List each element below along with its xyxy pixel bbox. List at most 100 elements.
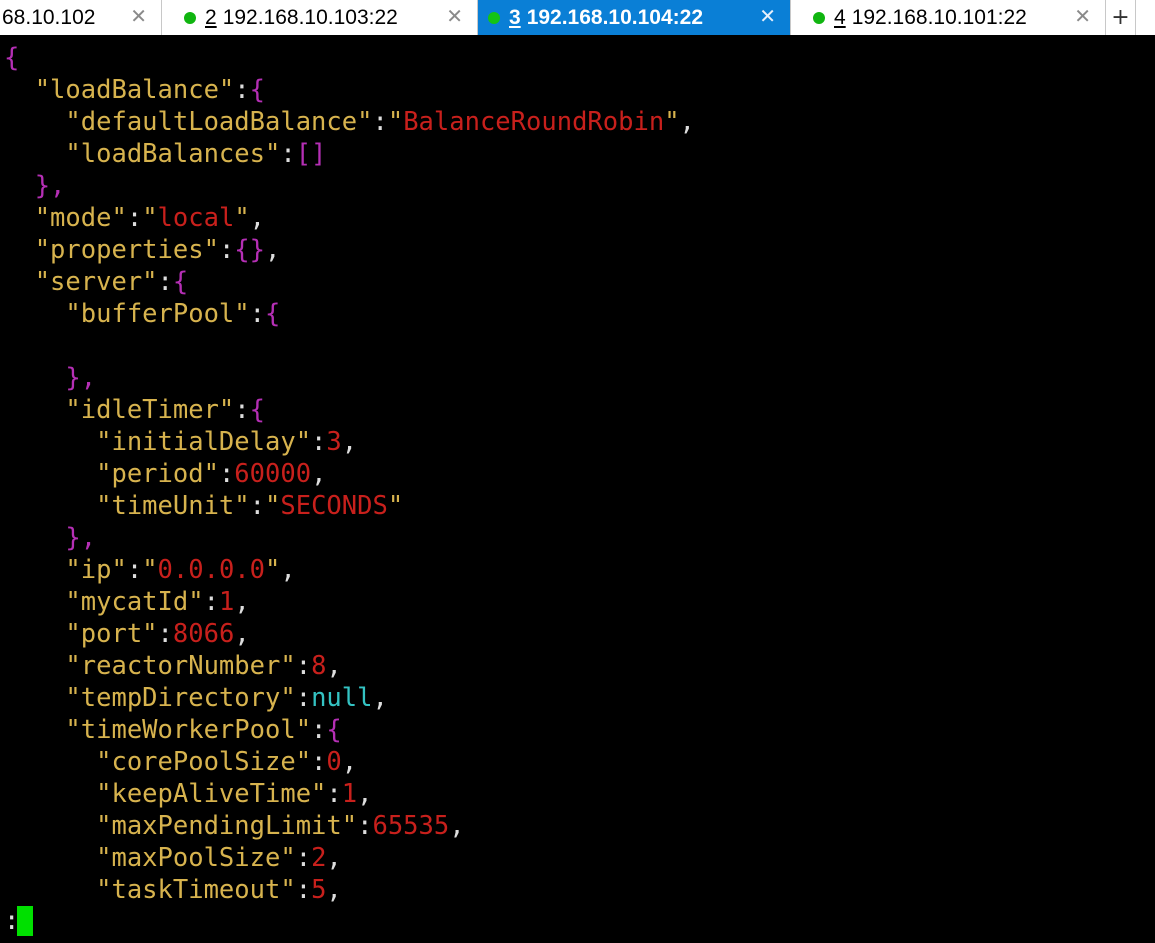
terminal-text-segment: "properties" xyxy=(4,235,219,265)
terminal-text-segment: " xyxy=(265,491,281,521)
session-tab-1[interactable]: 68.10.102 ✕ xyxy=(0,0,162,35)
terminal-line: "mode":"local", xyxy=(0,202,1155,234)
terminal-text-segment: "idleTimer" xyxy=(4,395,235,425)
close-icon[interactable]: ✕ xyxy=(130,4,147,28)
terminal-text-segment: , xyxy=(372,683,388,713)
terminal-line: "maxPoolSize":2, xyxy=(0,842,1155,874)
terminal-text-segment: " xyxy=(664,107,680,137)
terminal-line: "reactorNumber":8, xyxy=(0,650,1155,682)
terminal-text-segment: , xyxy=(326,875,342,905)
terminal-text-segment: "timeUnit" xyxy=(4,491,250,521)
terminal-text-segment: }, xyxy=(4,363,97,393)
terminal-text-segment: { xyxy=(4,43,20,73)
terminal-text-segment: 1 xyxy=(341,779,358,809)
terminal-line: "properties":{}, xyxy=(0,234,1155,266)
terminal-text-segment: }, xyxy=(4,523,97,553)
terminal-text-segment: "bufferPool" xyxy=(4,299,250,329)
terminal-text-segment: " xyxy=(142,555,158,585)
terminal-line: "period":60000, xyxy=(0,458,1155,490)
terminal-text-segment: : xyxy=(357,811,373,841)
terminal-text-segment: : xyxy=(295,843,312,873)
terminal-text-segment: "corePoolSize" xyxy=(4,747,312,777)
terminal-text-segment: "defaultLoadBalance" xyxy=(4,107,373,137)
terminal-text-segment: : xyxy=(295,651,312,681)
session-tab-4[interactable]: 4 192.168.10.101:22 ✕ xyxy=(791,0,1106,35)
connected-status-icon xyxy=(184,11,196,24)
terminal-text-segment: , xyxy=(234,619,250,649)
close-icon[interactable]: ✕ xyxy=(759,4,776,28)
terminal-text-segment: : xyxy=(157,619,173,649)
session-tab-2[interactable]: 2 192.168.10.103:22 ✕ xyxy=(162,0,478,35)
tab-label: 68.10.102 xyxy=(2,5,96,29)
terminal-text-segment: 65535 xyxy=(372,811,450,841)
session-tab-3[interactable]: 3 192.168.10.104:22 ✕ xyxy=(478,0,791,35)
terminal-text-segment: "mode" xyxy=(4,203,127,233)
terminal-cursor xyxy=(17,906,33,936)
connected-status-icon xyxy=(488,11,500,24)
terminal-text-segment: { xyxy=(249,395,266,425)
terminal-text-segment: , xyxy=(234,587,250,617)
terminal-text-segment: : xyxy=(234,75,250,105)
terminal-text-segment: : xyxy=(249,299,265,329)
terminal-text-segment: : xyxy=(311,427,327,457)
terminal-text-segment: { xyxy=(172,267,189,297)
terminal-line: "idleTimer":{ xyxy=(0,394,1155,426)
terminal-text-segment: , xyxy=(357,779,373,809)
terminal-text-segment: "port" xyxy=(4,619,158,649)
terminal-line: "taskTimeout":5, xyxy=(0,874,1155,906)
terminal-text-segment: "tempDirectory" xyxy=(4,683,296,713)
terminal-text-segment: " xyxy=(234,203,250,233)
session-tab-bar: 68.10.102 ✕ 2 192.168.10.103:22 ✕ 3 192.… xyxy=(0,0,1155,35)
terminal-text-segment: " xyxy=(142,203,158,233)
terminal-text-segment: { xyxy=(265,299,281,329)
terminal-line: "port":8066, xyxy=(0,618,1155,650)
terminal-line: "corePoolSize":0, xyxy=(0,746,1155,778)
terminal-text-segment: : xyxy=(326,779,342,809)
terminal-text-segment: "mycatId" xyxy=(4,587,204,617)
terminal-text-segment: }, xyxy=(4,171,66,201)
terminal-text-segment: { xyxy=(326,715,342,745)
terminal-line: }, xyxy=(0,522,1155,554)
terminal-text-segment: "loadBalance" xyxy=(4,75,235,105)
terminal-line: }, xyxy=(0,170,1155,202)
terminal-text-segment: "loadBalances" xyxy=(4,139,281,169)
terminal-text-segment: "timeWorkerPool" xyxy=(4,715,312,745)
new-tab-button[interactable]: + xyxy=(1106,0,1136,35)
terminal-text-segment: 5 xyxy=(311,875,327,905)
tab-number: 4 xyxy=(834,5,846,29)
terminal-text-segment: "server" xyxy=(4,267,158,297)
terminal-text-segment: 60000 xyxy=(234,459,312,489)
terminal-text-segment: : xyxy=(280,139,296,169)
terminal-output[interactable]: { "loadBalance":{ "defaultLoadBalance":"… xyxy=(0,42,1155,943)
close-icon[interactable]: ✕ xyxy=(446,4,463,28)
terminal-text-segment: 1 xyxy=(218,587,235,617)
terminal-text-segment: 8066 xyxy=(172,619,235,649)
terminal-text-segment: : xyxy=(249,491,265,521)
terminal-text-segment: , xyxy=(311,459,327,489)
terminal-text-segment: : xyxy=(311,747,327,777)
terminal-text-segment: : xyxy=(126,555,143,585)
terminal-text-segment: "reactorNumber" xyxy=(4,651,296,681)
terminal-text-segment: "initialDelay" xyxy=(4,427,312,457)
terminal-text-segment: "maxPendingLimit" xyxy=(4,811,358,841)
terminal-text-segment: , xyxy=(449,811,465,841)
terminal-text-segment: "period" xyxy=(4,459,219,489)
terminal-text-segment: : xyxy=(234,395,250,425)
connected-status-icon xyxy=(813,11,825,24)
terminal-text-segment: : xyxy=(311,715,327,745)
close-icon[interactable]: ✕ xyxy=(1074,4,1091,28)
terminal-text-segment: : xyxy=(126,203,143,233)
terminal-line: "timeWorkerPool":{ xyxy=(0,714,1155,746)
terminal-line: "tempDirectory":null, xyxy=(0,682,1155,714)
tab-strip-end xyxy=(1136,0,1155,35)
terminal-text-segment: 2 xyxy=(311,843,327,873)
terminal-line: "defaultLoadBalance":"BalanceRoundRobin"… xyxy=(0,106,1155,138)
terminal-line: "initialDelay":3, xyxy=(0,426,1155,458)
terminal-text-segment: 8 xyxy=(311,651,327,681)
terminal-text-segment: local xyxy=(157,203,235,233)
terminal-text-segment: , xyxy=(326,651,342,681)
terminal-text-segment: "keepAliveTime" xyxy=(4,779,327,809)
terminal-line: "mycatId":1, xyxy=(0,586,1155,618)
terminal-text-segment: , xyxy=(679,107,695,137)
terminal-line: }, xyxy=(0,362,1155,394)
